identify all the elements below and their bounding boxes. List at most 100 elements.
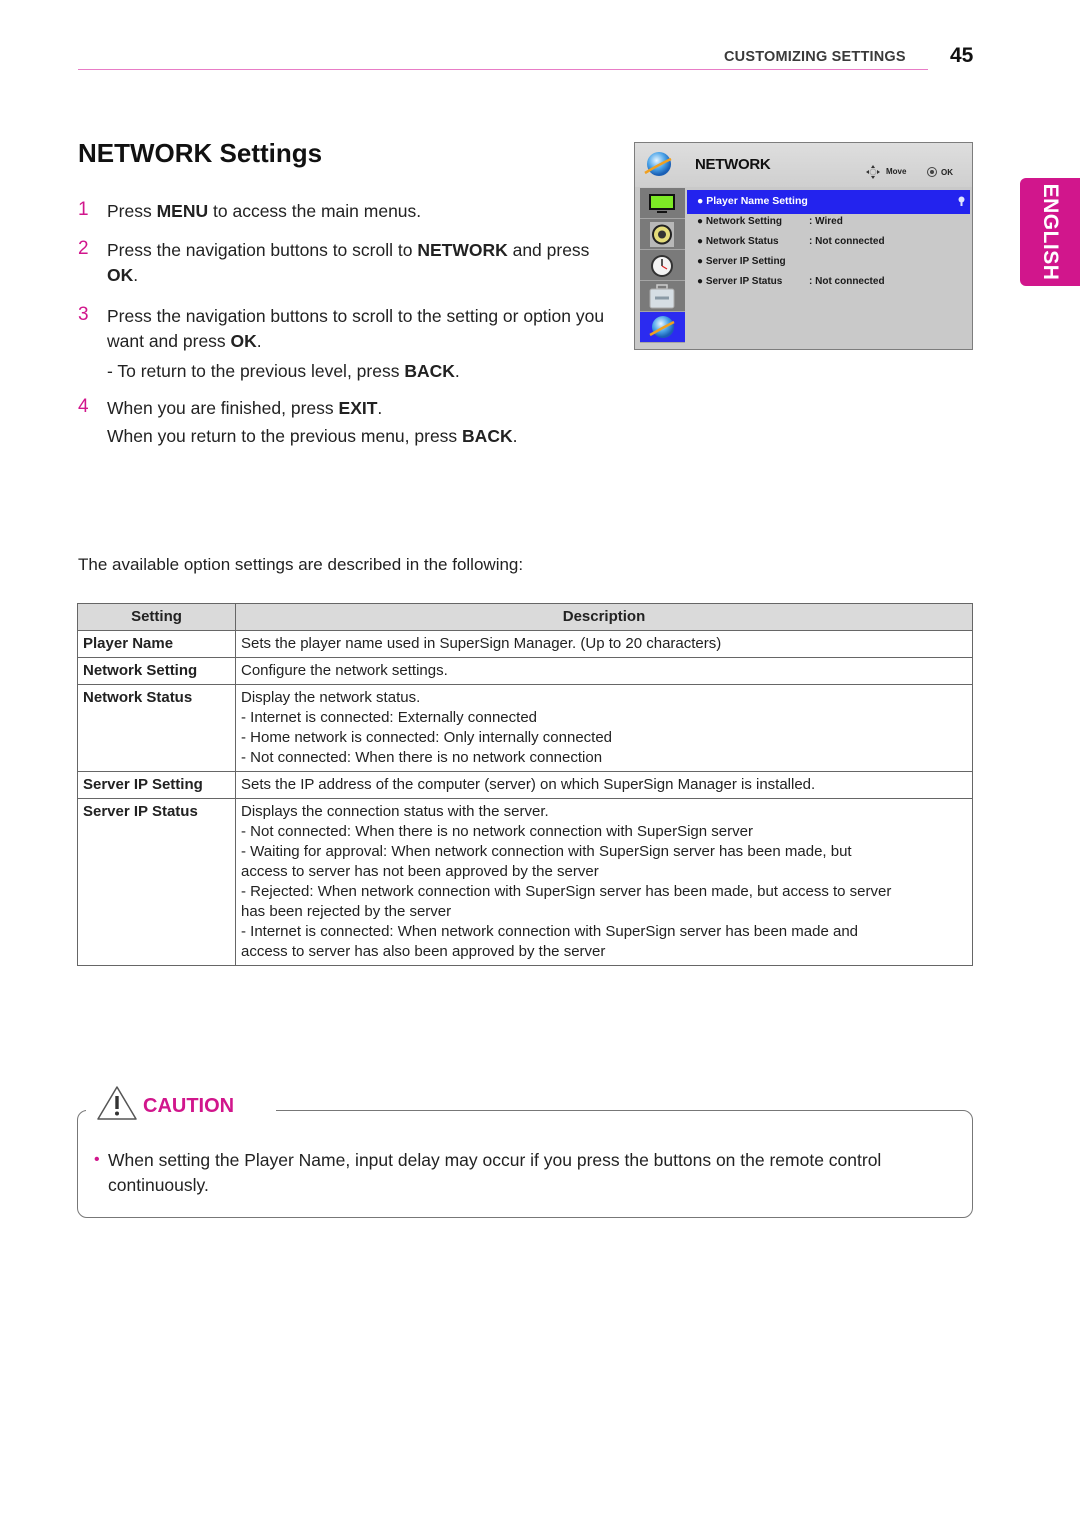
ok-hint: OK <box>941 168 953 177</box>
setting-description: Display the network status. - Internet is… <box>235 684 973 772</box>
setting-description: Configure the network settings. <box>235 657 973 685</box>
step-text: Press the navigation buttons to scroll t… <box>107 304 627 354</box>
sidebar-item-option[interactable] <box>640 281 685 312</box>
warning-icon <box>97 1086 137 1120</box>
key-name: BACK <box>462 426 513 446</box>
menu-item-value: : Not connected <box>809 276 885 287</box>
page-title: NETWORK Settings <box>78 138 323 168</box>
step-text-segment: . <box>512 426 518 446</box>
table-row: Server IP Setting Sets the IP address of … <box>77 771 973 799</box>
table-header-row: Setting Description <box>77 603 973 631</box>
key-name: OK <box>107 265 134 285</box>
menu-item-label: ● Network Setting <box>697 216 782 227</box>
step-text: Press the navigation buttons to scroll t… <box>107 238 597 288</box>
sidebar-item-audio[interactable] <box>640 219 685 250</box>
setting-description: Sets the IP address of the computer (ser… <box>235 771 973 799</box>
setting-name: Server IP Setting <box>77 771 236 799</box>
picture-icon <box>649 194 675 213</box>
description-line: - Internet is connected: Externally conn… <box>241 709 538 726</box>
step-text-segment: . <box>133 265 139 285</box>
language-tab-label: ENGLISH <box>1039 183 1062 281</box>
menu-header: NETWORK Move OK <box>635 143 972 187</box>
section-title: CUSTOMIZING SETTINGS <box>724 49 906 65</box>
sidebar-item-time[interactable] <box>640 250 685 281</box>
step-subnote: When you return to the previous menu, pr… <box>107 424 617 449</box>
step-number: 4 <box>78 396 89 417</box>
menu-item-server-ip-setting[interactable]: ● Server IP Setting <box>697 256 786 267</box>
table-row: Player Name Sets the player name used in … <box>77 630 973 658</box>
setting-name: Player Name <box>77 630 236 658</box>
description-line: Sets the player name used in SuperSign M… <box>241 635 722 652</box>
step-number: 2 <box>78 238 89 259</box>
menu-item-label: ● Player Name Setting <box>697 195 808 207</box>
caution-label: CAUTION <box>143 1095 235 1117</box>
step-number: 3 <box>78 304 89 325</box>
column-header-description: Description <box>235 603 973 631</box>
sidebar-item-network[interactable] <box>640 312 685 343</box>
description-line: Displays the connection status with the … <box>241 803 549 820</box>
description-line: has been rejected by the server <box>241 903 452 920</box>
step-text-segment: . <box>454 361 460 381</box>
step-text-segment: When you return to the previous menu, pr… <box>107 426 463 446</box>
key-name: EXIT <box>338 398 378 418</box>
table-row: Network Status Display the network status… <box>77 684 973 772</box>
key-name: MENU <box>156 201 209 221</box>
menu-item-player-name-setting[interactable]: ● Player Name Setting <box>687 190 970 214</box>
menu-item-label: ● Server IP Status <box>697 276 783 287</box>
menu-item-label: ● Server IP Setting <box>697 256 786 267</box>
header-divider <box>78 69 928 70</box>
column-header-setting: Setting <box>77 603 236 631</box>
page-number: 45 <box>950 44 974 67</box>
step-text-segment: . <box>256 331 262 351</box>
menu-item-label: ● Network Status <box>697 236 779 247</box>
step-text-segment: Press the navigation buttons to scroll t… <box>107 240 418 260</box>
step-subnote: - To return to the previous level, press… <box>107 359 617 384</box>
menu-item-server-ip-status[interactable]: ● Server IP Status : Not connected <box>697 276 885 287</box>
time-icon <box>651 255 673 277</box>
description-line: access to server has also been approved … <box>241 943 606 960</box>
step-text-segment: to access the main menus. <box>208 201 422 221</box>
step-number: 1 <box>78 199 89 220</box>
setting-name: Network Status <box>77 684 236 772</box>
bullet-icon: • <box>94 1151 100 1168</box>
table-row: Network Setting Configure the network set… <box>77 657 973 685</box>
menu-title: NETWORK <box>695 156 771 173</box>
network-menu-screenshot: NETWORK Move OK ● Player Name Setting ● … <box>634 142 973 350</box>
menu-item-network-setting[interactable]: ● Network Setting : Wired <box>697 216 843 227</box>
settings-table: Setting Description Player Name Sets the … <box>77 603 973 966</box>
step-text-segment: . <box>377 398 383 418</box>
key-name: OK <box>230 331 257 351</box>
description-line: Configure the network settings. <box>241 662 448 679</box>
step-text-segment: - To return to the previous level, press <box>107 361 405 381</box>
step-text-segment: Press the navigation buttons to scroll t… <box>107 306 605 351</box>
description-line: - Waiting for approval: When network con… <box>241 843 852 860</box>
step-text-segment: When you are finished, press <box>107 398 339 418</box>
description-line: access to server has not been approved b… <box>241 863 599 880</box>
description-line: - Rejected: When network connection with… <box>241 883 892 900</box>
description-line: Display the network status. <box>241 689 421 706</box>
description-line: - Home network is connected: Only intern… <box>241 729 613 746</box>
table-row: Server IP Status Displays the connection … <box>77 798 973 966</box>
ok-button-icon <box>927 167 937 177</box>
menu-item-network-status[interactable]: ● Network Status : Not connected <box>697 236 885 247</box>
step-text: When you are finished, press EXIT. <box>107 396 617 421</box>
menu-item-value: : Not connected <box>809 236 885 247</box>
caution-text: When setting the Player Name, input dela… <box>108 1150 882 1195</box>
microphone-icon <box>958 196 965 206</box>
setting-name: Server IP Status <box>77 798 236 966</box>
sidebar-item-picture[interactable] <box>640 188 685 219</box>
setting-description: Displays the connection status with the … <box>235 798 973 966</box>
menu-item-value: : Wired <box>809 216 843 227</box>
setting-description: Sets the player name used in SuperSign M… <box>235 630 973 658</box>
step-text-segment: and press <box>507 240 590 260</box>
language-tab: ENGLISH <box>1020 178 1080 286</box>
description-line: - Not connected: When there is no networ… <box>241 823 753 840</box>
network-icon <box>649 316 675 338</box>
step-text-segment: Press <box>107 201 157 221</box>
menu-category-sidebar <box>640 188 685 348</box>
description-line: - Not connected: When there is no networ… <box>241 749 603 766</box>
description-line: Sets the IP address of the computer (ser… <box>241 776 816 793</box>
audio-icon <box>650 222 674 247</box>
intro-text: The available option settings are descri… <box>78 555 524 574</box>
network-globe-icon <box>644 152 672 176</box>
